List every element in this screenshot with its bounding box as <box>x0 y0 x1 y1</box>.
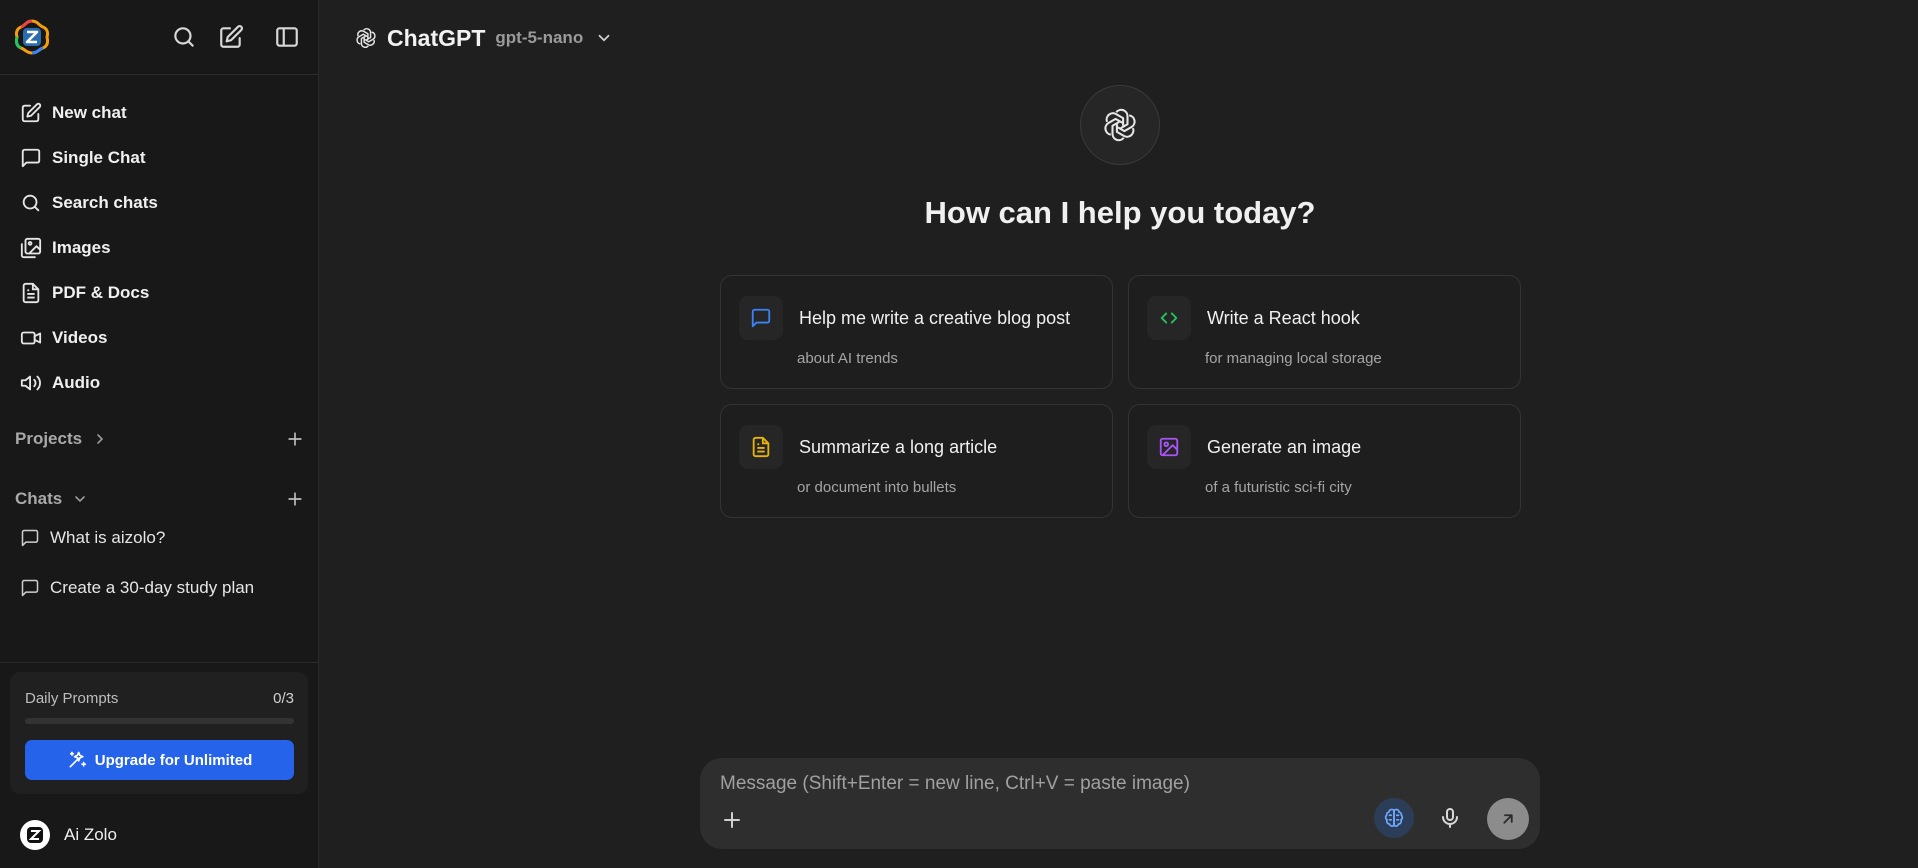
user-name: Ai Zolo <box>64 825 117 844</box>
sidebar-item-search-chats[interactable]: Search chats <box>0 180 319 225</box>
sidebar-item-label: Single Chat <box>52 147 146 167</box>
aizolo-logo-icon[interactable] <box>14 19 50 55</box>
sidebar-item-single-chat[interactable]: Single Chat <box>0 135 319 180</box>
greeting-container: How can I help you today? <box>320 195 1918 231</box>
sidebar-item-label: Audio <box>52 372 101 392</box>
upgrade-button[interactable]: Upgrade for Unlimited <box>25 740 294 780</box>
chat-bubble-icon <box>739 296 783 340</box>
chat-title: Create a 30-day study plan <box>50 578 255 597</box>
document-icon <box>20 282 42 304</box>
daily-prompts-count: 0/3 <box>273 690 294 707</box>
add-project-icon[interactable] <box>285 429 305 449</box>
avatar <box>20 820 50 850</box>
chat-bubble-icon <box>20 147 42 169</box>
reasoning-toggle-button[interactable] <box>1374 798 1414 838</box>
audio-icon <box>20 372 42 394</box>
suggestion-subtitle: about AI trends <box>797 350 898 367</box>
daily-prompts-progress-bar <box>25 718 294 724</box>
sidebar-item-label: New chat <box>52 102 127 122</box>
suggestion-subtitle: or document into bullets <box>797 479 957 496</box>
projects-section-header[interactable]: Projects <box>15 424 305 454</box>
sidebar-item-label: Search chats <box>52 192 158 212</box>
document-icon <box>739 425 783 469</box>
chat-list-item[interactable]: What is aizolo? <box>20 520 305 556</box>
chat-bubble-icon <box>20 528 40 548</box>
suggestion-title: Summarize a long article <box>799 437 998 457</box>
suggestion-subtitle: of a futuristic sci-fi city <box>1205 479 1352 496</box>
search-icon[interactable] <box>171 24 197 50</box>
hero-openai-logo <box>1080 85 1160 165</box>
daily-prompts-label: Daily Prompts <box>25 690 119 707</box>
greeting-heading: How can I help you today? <box>924 195 1316 230</box>
suggestion-card-generate-image[interactable]: Generate an image of a futuristic sci-fi… <box>1128 404 1521 518</box>
sidebar-item-new-chat[interactable]: New chat <box>0 90 319 135</box>
sidebar-item-images[interactable]: Images <box>0 225 319 270</box>
chat-list-item[interactable]: Create a 30-day study plan <box>20 570 305 606</box>
sidebar-item-label: PDF & Docs <box>52 282 150 302</box>
suggestion-subtitle: for managing local storage <box>1205 350 1382 367</box>
sidebar: New chat Single Chat Search chats Images… <box>0 0 319 868</box>
suggestion-title: Help me write a creative blog post <box>799 308 1071 328</box>
sidebar-item-videos[interactable]: Videos <box>0 315 319 360</box>
chevron-down-icon <box>72 491 88 507</box>
add-attachment-icon[interactable] <box>720 808 744 832</box>
add-chat-icon[interactable] <box>285 489 305 509</box>
model-selector[interactable]: ChatGPT gpt-5-nano <box>355 22 613 54</box>
model-name: gpt-5-nano <box>495 28 584 47</box>
suggestion-title: Write a React hook <box>1207 308 1360 328</box>
code-icon <box>1147 296 1191 340</box>
compose-icon[interactable] <box>218 24 244 50</box>
sidebar-item-pdf-docs[interactable]: PDF & Docs <box>0 270 319 315</box>
suggestion-title: Generate an image <box>1207 437 1362 457</box>
chevron-down-icon <box>595 29 613 47</box>
upgrade-button-label: Upgrade for Unlimited <box>94 751 253 769</box>
chat-bubble-icon <box>20 578 40 598</box>
microphone-icon[interactable] <box>1438 806 1462 830</box>
compose-icon <box>20 102 42 124</box>
sidebar-top-bar <box>0 0 318 75</box>
video-icon <box>20 327 42 349</box>
suggestion-card-react-hook[interactable]: Write a React hook for managing local st… <box>1128 275 1521 389</box>
message-input[interactable] <box>720 768 1500 800</box>
search-icon <box>20 192 42 214</box>
suggestion-card-blog-post[interactable]: Help me write a creative blog post about… <box>720 275 1113 389</box>
sidebar-nav: New chat Single Chat Search chats Images… <box>0 90 319 405</box>
brain-icon <box>1384 808 1404 827</box>
chats-label: Chats <box>15 489 63 508</box>
sidebar-item-audio[interactable]: Audio <box>0 360 319 405</box>
chats-section-header[interactable]: Chats <box>15 484 305 514</box>
chat-title: What is aizolo? <box>50 528 166 547</box>
images-icon <box>20 237 42 259</box>
app-title: ChatGPT <box>387 24 486 51</box>
sidebar-divider <box>0 662 319 663</box>
sidebar-item-label: Images <box>52 237 111 257</box>
sidebar-item-label: Videos <box>52 327 108 347</box>
openai-logo-icon <box>1104 108 1136 142</box>
send-button[interactable] <box>1487 798 1529 840</box>
projects-label: Projects <box>15 429 83 448</box>
suggestion-card-summarize[interactable]: Summarize a long article or document int… <box>720 404 1113 518</box>
chevron-right-icon <box>92 431 108 447</box>
image-icon <box>1147 425 1191 469</box>
openai-logo-icon <box>355 27 377 49</box>
sparkles-icon <box>67 750 87 770</box>
message-composer <box>700 758 1540 849</box>
daily-prompts-panel: Daily Prompts 0/3 Upgrade for Unlimited <box>10 672 308 794</box>
sidebar-toggle-icon[interactable] <box>274 24 300 50</box>
arrow-up-right-icon <box>1503 814 1513 824</box>
user-profile[interactable]: Ai Zolo <box>20 818 117 852</box>
